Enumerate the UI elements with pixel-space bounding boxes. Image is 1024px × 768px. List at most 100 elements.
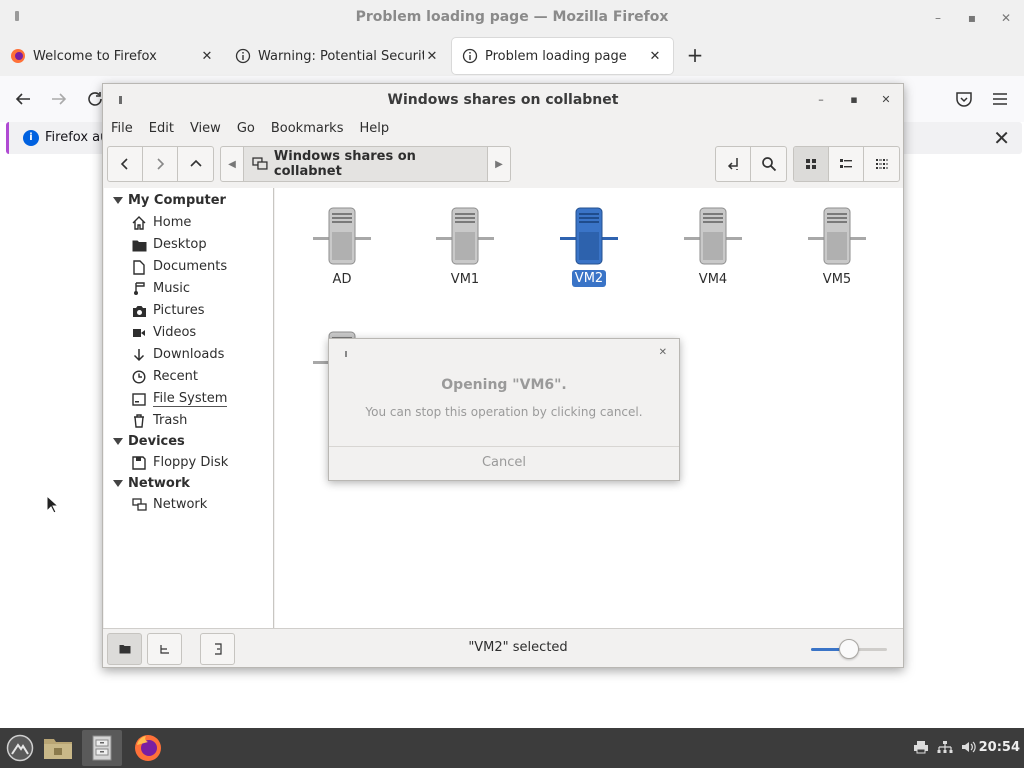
window-menu-icon[interactable] xyxy=(345,351,347,357)
file-item-vm5[interactable]: VM5 xyxy=(792,194,882,287)
search-icon xyxy=(761,157,776,172)
path-crumb-current[interactable]: Windows shares on collabnet xyxy=(243,147,488,181)
menu-edit[interactable]: Edit xyxy=(141,118,182,140)
tab-welcome[interactable]: Welcome to Firefox ✕ xyxy=(0,38,225,74)
home-icon xyxy=(132,216,146,230)
taskbar: 20:54 xyxy=(0,728,1024,768)
document-icon xyxy=(133,259,145,275)
close-tab-icon[interactable]: ✕ xyxy=(424,49,440,64)
expander-arrow-icon[interactable] xyxy=(113,480,123,487)
network-computers-icon xyxy=(252,157,268,170)
info-icon xyxy=(235,48,251,64)
tab-security-warning[interactable]: Warning: Potential Security ✕ xyxy=(225,38,450,74)
file-item-vm1[interactable]: VM1 xyxy=(420,194,510,287)
network-computers-icon xyxy=(131,498,147,511)
close-notification-icon[interactable]: ✕ xyxy=(993,126,1010,150)
sidebar-section-network[interactable]: Network xyxy=(104,473,274,495)
notification-text: Firefox au xyxy=(45,130,109,145)
sidebar-item-recent[interactable]: Recent xyxy=(104,366,274,388)
sidebar-item-desktop[interactable]: Desktop xyxy=(104,234,274,256)
file-item-vm2[interactable]: VM2 xyxy=(544,194,634,287)
maximize-button[interactable]: ▪ xyxy=(962,8,982,28)
expander-arrow-icon[interactable] xyxy=(113,438,123,445)
icon-view-button[interactable] xyxy=(794,147,829,181)
taskbar-firefox-window[interactable] xyxy=(128,730,168,766)
close-tab-icon[interactable]: ✕ xyxy=(199,49,215,64)
search-button[interactable] xyxy=(751,147,786,181)
close-icon[interactable]: ✕ xyxy=(659,347,667,358)
maximize-button[interactable]: ▪ xyxy=(845,91,863,109)
path-scroll-right-icon[interactable]: ▶ xyxy=(488,147,510,181)
minimize-button[interactable]: – xyxy=(812,91,830,109)
server-icon xyxy=(313,207,371,265)
menu-bar: File Edit View Go Bookmarks Help xyxy=(103,118,903,140)
sidebar-item-documents[interactable]: Documents xyxy=(104,256,274,278)
forward-arrow-icon[interactable] xyxy=(50,90,68,108)
hamburger-menu-icon[interactable] xyxy=(991,90,1009,108)
network-status-icon[interactable] xyxy=(937,740,953,756)
sidebar-section-devices[interactable]: Devices xyxy=(104,431,274,453)
tab-label: Warning: Potential Security xyxy=(258,48,424,64)
up-button[interactable] xyxy=(178,147,213,181)
navigation-button-group xyxy=(107,146,214,182)
volume-icon[interactable] xyxy=(961,740,977,756)
close-button[interactable]: ✕ xyxy=(996,8,1016,28)
menu-go[interactable]: Go xyxy=(229,118,263,140)
video-icon xyxy=(133,329,145,337)
zoom-slider-handle[interactable] xyxy=(839,639,859,659)
compact-view-button[interactable] xyxy=(864,147,899,181)
status-text: "VM2" selected xyxy=(468,640,568,655)
tab-problem-loading[interactable]: Problem loading page ✕ xyxy=(452,38,673,74)
floppy-disk-icon xyxy=(132,456,146,470)
sidebar-item-file-system[interactable]: File System xyxy=(104,388,274,410)
firefox-logo-icon xyxy=(135,735,161,761)
sidebar-item-home[interactable]: Home xyxy=(104,212,274,234)
forward-button[interactable] xyxy=(143,147,178,181)
minimize-button[interactable]: – xyxy=(928,8,948,28)
camera-icon xyxy=(132,305,146,317)
server-icon xyxy=(684,207,742,265)
file-label-selected: VM2 xyxy=(572,270,606,287)
menu-file[interactable]: File xyxy=(103,118,141,140)
taskbar-file-manager-launcher[interactable] xyxy=(38,730,78,766)
pocket-icon[interactable] xyxy=(955,90,973,108)
sidebar-section-my-computer[interactable]: My Computer xyxy=(104,190,274,212)
places-sidebar: My Computer Home Desktop Documents Music… xyxy=(104,188,274,628)
toggle-location-button[interactable] xyxy=(716,147,751,181)
back-arrow-icon[interactable] xyxy=(14,90,32,108)
cancel-button[interactable]: Cancel xyxy=(329,447,679,481)
sidebar-item-trash[interactable]: Trash xyxy=(104,410,274,432)
path-scroll-left-icon[interactable]: ◀ xyxy=(221,147,243,181)
tab-label: Welcome to Firefox xyxy=(33,48,157,64)
start-menu-button[interactable] xyxy=(0,730,40,766)
back-button[interactable] xyxy=(108,147,143,181)
taskbar-file-manager-window[interactable] xyxy=(82,730,122,766)
menu-view[interactable]: View xyxy=(182,118,229,140)
menu-bookmarks[interactable]: Bookmarks xyxy=(263,118,352,140)
list-view-icon xyxy=(840,159,852,168)
list-view-button[interactable] xyxy=(829,147,864,181)
close-tab-icon[interactable]: ✕ xyxy=(647,49,663,64)
path-bar: ◀ Windows shares on collabnet ▶ xyxy=(220,146,511,182)
sidebar-item-network[interactable]: Network xyxy=(104,494,274,516)
expander-arrow-icon[interactable] xyxy=(113,197,123,204)
file-item-vm4[interactable]: VM4 xyxy=(668,194,758,287)
music-icon xyxy=(134,282,145,295)
sidebar-item-music[interactable]: Music xyxy=(104,278,274,300)
file-cabinet-icon xyxy=(92,735,112,761)
sidebar-item-videos[interactable]: Videos xyxy=(104,322,274,344)
file-label: VM4 xyxy=(698,272,728,287)
sidebar-item-pictures[interactable]: Pictures xyxy=(104,300,274,322)
file-label: AD xyxy=(332,272,352,287)
status-bar: "VM2" selected xyxy=(103,628,903,667)
new-tab-button[interactable]: + xyxy=(684,44,706,66)
file-item-ad[interactable]: AD xyxy=(297,194,387,287)
printer-icon[interactable] xyxy=(913,740,929,756)
menu-help[interactable]: Help xyxy=(351,118,397,140)
trash-icon xyxy=(134,414,144,428)
clock[interactable]: 20:54 xyxy=(979,740,1020,755)
location-entry-icon xyxy=(727,158,738,170)
close-button[interactable]: ✕ xyxy=(877,91,895,109)
sidebar-item-downloads[interactable]: Downloads xyxy=(104,344,274,366)
sidebar-item-floppy-disk[interactable]: Floppy Disk xyxy=(104,452,274,474)
